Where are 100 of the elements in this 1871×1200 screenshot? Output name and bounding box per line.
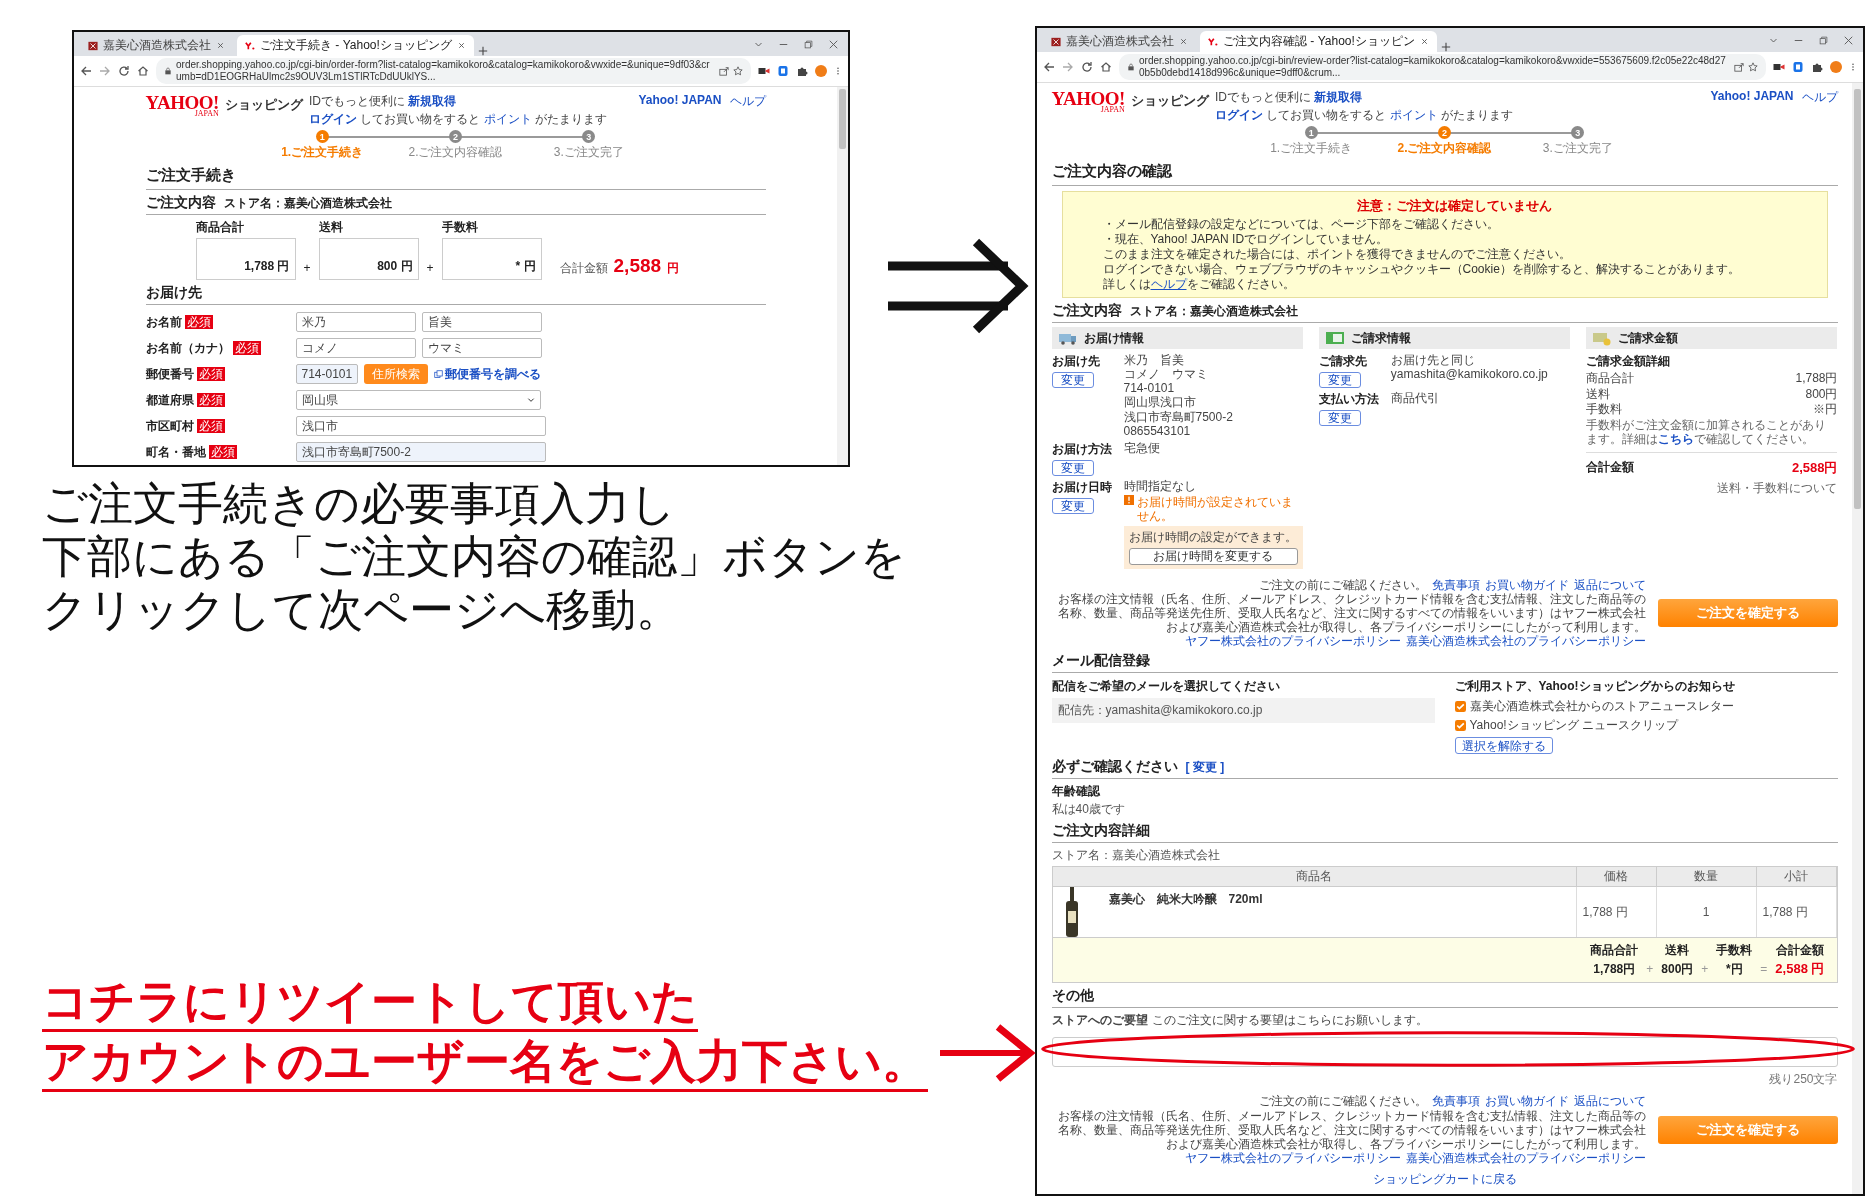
required-badge: 必須 [196,367,225,381]
menu-icon[interactable] [834,65,842,77]
browser-tab[interactable]: ご注文内容確認 - Yahoo!ショッピン [1200,31,1437,52]
info-value: 米乃 旨美 [1123,353,1185,368]
text-field[interactable]: ウマミ [421,338,542,358]
scrollbar[interactable] [837,87,848,465]
details-link[interactable]: こちら [1658,432,1695,447]
home-icon[interactable] [137,65,149,77]
change-button[interactable]: 変更 [1318,372,1361,388]
scrollbar-thumb[interactable] [1854,89,1861,509]
forward-icon[interactable] [1062,61,1074,73]
video-camera-icon[interactable] [1773,61,1785,73]
forward-icon[interactable] [99,65,111,77]
checkbox[interactable] [1454,720,1466,732]
shield-icon[interactable] [1792,61,1804,73]
puzzle-icon[interactable] [796,65,808,77]
scrollbar[interactable] [1852,83,1863,1194]
change-button[interactable]: 変更 [1051,497,1094,514]
prefecture-dropdown[interactable]: 岡山県 [295,390,541,410]
policy-link[interactable]: 返品について [1573,1094,1646,1109]
operator-sign: + [1701,962,1709,977]
change-link[interactable]: [ 変更 ] [1185,759,1225,777]
close-icon[interactable] [829,39,838,49]
privacy-policy-link[interactable]: ヤフー株式会社のプライバシーポリシー [1184,634,1401,649]
back-icon[interactable] [80,65,92,77]
address-bar[interactable]: order.shopping.yahoo.co.jp/cgi-bin/order-form?list-catalog=kamikokoro&catalog=kamikokoro&vwxide=&unique=9df03&crumb=dD1EOGRHaUlmc2s9OUV3Lm1STlRTcDdUUklYS... [156,58,751,84]
postal-code-field[interactable]: 714-0101 [295,364,358,384]
text-field[interactable]: 米乃 [295,312,416,332]
avatar-circle[interactable] [815,65,827,77]
summary-label: 送料 [1665,942,1690,960]
browser-tab[interactable]: ご注文手続き - Yahoo!ショッピング [237,35,474,56]
postal-code-lookup-link[interactable]: 郵便番号を調べる [433,365,541,383]
login-prompt-text: ログイン してお買い物をすると ポイント がたまります [308,111,607,128]
text-field[interactable]: 旨美 [421,312,542,332]
back-icon[interactable] [1043,61,1055,73]
policy-link[interactable]: 返品について [1573,577,1646,592]
avatar-circle[interactable] [1830,61,1842,73]
scrollbar-thumb[interactable] [839,89,846,149]
fees-info-link[interactable]: 送料・手数料について [1586,479,1838,497]
top-page-link[interactable]: Yahoo! JAPAN [1710,89,1794,106]
login-link[interactable]: ログイン [308,112,357,126]
step-label: 3.ご注文完了 [1542,140,1613,157]
clear-selection-button[interactable]: 選択を解除する [1454,737,1553,755]
privacy-policy-link[interactable]: ヤフー株式会社のプライバシーポリシー [1184,1150,1401,1166]
close-icon[interactable] [1419,37,1429,46]
home-icon[interactable] [1100,61,1112,73]
login-link[interactable]: ログイン [1214,108,1263,122]
shield-icon[interactable] [777,65,789,77]
video-camera-icon[interactable] [758,65,770,77]
points-link[interactable]: ポイント [483,112,532,126]
puzzle-icon[interactable] [1811,61,1823,73]
required-badge: 必須 [196,419,225,433]
policy-link[interactable]: 免責事項 [1431,577,1480,592]
help-link[interactable]: ヘルプ [1150,277,1187,291]
text-field[interactable]: 浅口市寄島町7500-2 [295,442,546,462]
restore-icon[interactable] [1819,35,1828,45]
text-field[interactable]: 浅口市 [295,416,546,436]
checkbox-label: Yahoo!ショッピング ニュースクリップ [1469,717,1678,735]
close-icon[interactable] [216,41,225,50]
help-link[interactable]: ヘルプ [729,93,766,110]
logo[interactable]: YAHOO! JAPAN [145,93,219,118]
change-delivery-time-button[interactable]: お届け時間を変更する [1128,547,1298,565]
share-icon[interactable] [1734,62,1744,72]
help-link[interactable]: ヘルプ [1801,89,1838,106]
close-icon[interactable] [1179,37,1188,46]
address-bar[interactable]: order.shopping.yahoo.co.jp/cgi-bin/review-order?list-catalog=kamikokoro&catalog=kamikokoro&vwxide=553675609.f2c05e22c48d270b5b0debd1418d996c&unique=9dff0&crum... [1119,54,1766,80]
share-icon[interactable] [719,66,729,76]
change-button[interactable]: 変更 [1051,372,1094,388]
restore-icon[interactable] [804,39,813,49]
top-page-link[interactable]: Yahoo! JAPAN [638,93,722,110]
reload-icon[interactable] [1081,61,1093,73]
back-to-cart-link[interactable]: ショッピングカートに戻る [1051,1171,1838,1189]
menu-icon[interactable] [1849,61,1857,73]
signup-link[interactable]: 新規取得 [408,94,457,108]
checkbox[interactable] [1454,701,1466,713]
privacy-policy-link[interactable]: 嘉美心酒造株式会社のプライバシーポリシー [1405,634,1646,649]
change-button[interactable]: 変更 [1318,410,1361,426]
text-field[interactable]: コメノ [295,338,416,358]
delivery-time-note: お届け時間の設定ができます。 [1128,530,1298,545]
policy-link[interactable]: 免責事項 [1431,1094,1480,1109]
policy-link[interactable]: お買い物ガイド [1484,1094,1569,1109]
points-link[interactable]: ポイント [1389,108,1438,122]
store-logo-icon [88,40,98,51]
plus-icon[interactable] [1440,42,1451,52]
reload-icon[interactable] [118,65,130,77]
column-header: 数量 [1656,867,1757,888]
star-icon[interactable] [733,66,743,76]
privacy-policy-link[interactable]: 嘉美心酒造株式会社のプライバシーポリシー [1405,1150,1646,1166]
logo[interactable]: YAHOO! JAPAN [1051,89,1125,114]
signup-link[interactable]: 新規取得 [1314,90,1363,104]
browser-tab[interactable]: 嘉美心酒造株式会社 [80,35,233,56]
close-icon[interactable] [456,41,466,50]
close-icon[interactable] [1844,35,1853,45]
signup-prompt-text: IDでもっと便利に 新規取得 [308,93,458,110]
change-button[interactable]: 変更 [1051,459,1094,476]
star-icon[interactable] [1748,62,1758,72]
request-textarea[interactable] [1051,1037,1838,1068]
policy-link[interactable]: お買い物ガイド [1484,577,1569,592]
plus-icon[interactable] [477,46,488,56]
browser-tab[interactable]: 嘉美心酒造株式会社 [1043,31,1196,52]
